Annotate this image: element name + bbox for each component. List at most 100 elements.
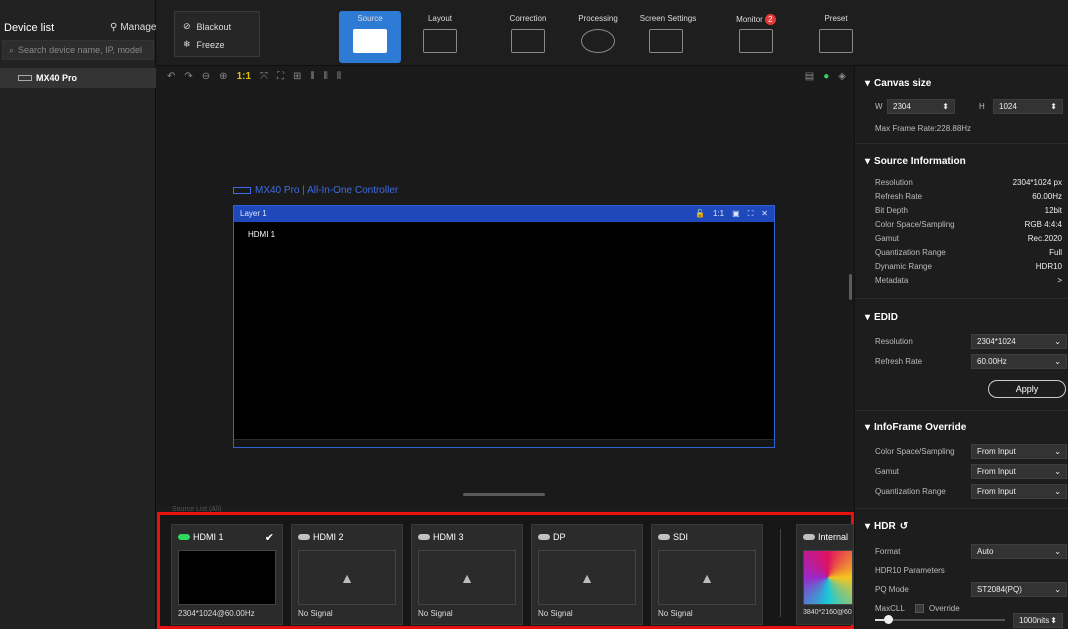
edid-section[interactable]: ▾ EDID bbox=[865, 312, 898, 323]
edid-resolution-select[interactable]: 2304*1024 ⌄ bbox=[971, 334, 1067, 349]
chevron-down-icon: ⌄ bbox=[1054, 337, 1061, 346]
infoframe-colorspace-select[interactable]: From Input ⌄ bbox=[971, 444, 1067, 459]
device-list-title: Device list bbox=[4, 22, 55, 34]
source-card-hdmi3[interactable]: HDMI 3 ▲ No Signal bbox=[411, 524, 523, 625]
tab-screen-settings-label: Screen Settings bbox=[639, 14, 697, 23]
layer-scale-button[interactable]: 1:1 bbox=[713, 209, 724, 219]
align-center-icon[interactable]: ⫴ bbox=[324, 71, 328, 82]
freeze-icon: ❄ bbox=[183, 39, 191, 49]
source-label: HDMI 3 bbox=[433, 532, 464, 542]
search-placeholder: Search device name, IP, model bbox=[18, 45, 142, 55]
hdr-title: HDR bbox=[874, 521, 896, 532]
tab-layout[interactable]: Layout bbox=[409, 11, 471, 63]
freeze-button[interactable]: ❄ Freeze bbox=[183, 39, 225, 50]
layout-icon bbox=[423, 29, 457, 53]
info-row: Refresh Rate 60.00Hz bbox=[875, 192, 1062, 201]
layer-window[interactable]: Layer 1 🔓 1:1 ▣ ⛶ ✕ HDMI 1 bbox=[233, 205, 775, 448]
monitor-view-icon[interactable]: ● bbox=[823, 71, 829, 82]
tab-preset[interactable]: Preset bbox=[805, 11, 867, 63]
source-status: No Signal bbox=[418, 609, 453, 618]
reset-icon[interactable]: ↺ bbox=[900, 521, 908, 532]
source-card-internal[interactable]: Internal 3840*2160@60 bbox=[796, 524, 854, 625]
device-list-panel: Device list ⚲ Manage ⌕ Search device nam… bbox=[0, 0, 156, 629]
maxcll-value: 1000nits bbox=[1019, 616, 1050, 625]
close-icon[interactable]: ✕ bbox=[761, 209, 768, 219]
hdr-section[interactable]: ▾ HDR ↺ bbox=[865, 521, 908, 532]
warning-icon: ▲ bbox=[658, 550, 756, 605]
fullscreen-icon[interactable]: ⛶ bbox=[277, 71, 284, 82]
preset-icon bbox=[819, 29, 853, 53]
metadata-row[interactable]: Metadata > bbox=[875, 276, 1062, 285]
blackout-button[interactable]: ⊘ Blackout bbox=[183, 21, 231, 32]
zoom-out-icon[interactable]: ⊖ bbox=[202, 71, 210, 82]
correction-icon bbox=[511, 29, 545, 53]
info-row: Color Space/Sampling RGB 4:4:4 bbox=[875, 220, 1062, 229]
select-value: From Input bbox=[977, 487, 1016, 496]
layer-list-icon[interactable]: ▤ bbox=[805, 71, 814, 82]
info-key: Refresh Rate bbox=[875, 192, 923, 201]
fit-layer-icon[interactable]: ▣ bbox=[732, 209, 740, 219]
grid-icon[interactable]: ⊞ bbox=[293, 71, 301, 82]
slider-thumb[interactable] bbox=[884, 615, 893, 624]
info-key: Resolution bbox=[875, 178, 913, 187]
caret-down-icon: ▾ bbox=[865, 312, 871, 323]
info-row: Bit Depth 12bit bbox=[875, 206, 1062, 215]
tab-monitor[interactable]: Monitor 2 bbox=[725, 11, 787, 63]
manage-button[interactable]: ⚲ Manage bbox=[110, 22, 156, 33]
top-toolbar: ⊘ Blackout ❄ Freeze Source Layout Correc… bbox=[157, 0, 1068, 66]
tab-preset-label: Preset bbox=[824, 14, 848, 23]
fit-icon[interactable]: ⤧ bbox=[260, 71, 268, 82]
source-name: DP bbox=[538, 532, 566, 542]
source-card-hdmi1[interactable]: HDMI 1 ✔ 2304*1024@60.00Hz bbox=[171, 524, 283, 625]
controller-title-text: MX40 Pro | All-In-One Controller bbox=[255, 185, 399, 196]
align-left-icon[interactable]: ⫴ bbox=[310, 71, 314, 82]
redo-icon[interactable]: ↷ bbox=[184, 71, 192, 82]
tab-source[interactable]: Source bbox=[339, 11, 401, 63]
edid-refresh-select[interactable]: 60.00Hz ⌄ bbox=[971, 354, 1067, 369]
device-search-input[interactable]: ⌕ Search device name, IP, model bbox=[2, 40, 154, 60]
maxcll-slider[interactable] bbox=[875, 615, 1005, 624]
info-row: Dynamic Range HDR10 bbox=[875, 262, 1062, 271]
caret-down-icon: ▾ bbox=[865, 521, 871, 532]
infoframe-label: Color Space/Sampling bbox=[875, 447, 955, 456]
canvas-size-section[interactable]: ▾ Canvas size bbox=[865, 78, 931, 89]
zoom-in-icon[interactable]: ⊕ bbox=[219, 71, 227, 82]
maxcll-input[interactable]: 1000nits ⬍ bbox=[1013, 613, 1063, 628]
pq-mode-select[interactable]: ST2084(PQ) ⌄ bbox=[971, 582, 1067, 597]
tab-processing[interactable]: Processing bbox=[567, 11, 629, 63]
source-label: SDI bbox=[673, 532, 689, 542]
hdr-format-select[interactable]: Auto ⌄ bbox=[971, 544, 1067, 559]
signal-indicator bbox=[418, 534, 430, 540]
override-checkbox[interactable] bbox=[915, 604, 924, 613]
edid-refresh-value: 60.00Hz bbox=[977, 357, 1007, 366]
source-list: HDMI 1 ✔ 2304*1024@60.00Hz HDMI 2 ▲ No S… bbox=[157, 512, 854, 629]
info-value: 60.00Hz bbox=[1032, 192, 1062, 201]
undo-icon[interactable]: ↶ bbox=[167, 71, 175, 82]
info-key: Metadata bbox=[875, 276, 909, 285]
infoframe-gamut-select[interactable]: From Input ⌄ bbox=[971, 464, 1067, 479]
max-frame-rate: Max Frame Rate:228.88Hz bbox=[875, 124, 972, 133]
stepper-icon: ⬍ bbox=[1050, 102, 1057, 111]
height-input[interactable]: 1024 ⬍ bbox=[993, 99, 1063, 114]
source-card-sdi[interactable]: SDI ▲ No Signal bbox=[651, 524, 763, 625]
source-card-hdmi2[interactable]: HDMI 2 ▲ No Signal bbox=[291, 524, 403, 625]
infoframe-quantization-select[interactable]: From Input ⌄ bbox=[971, 484, 1067, 499]
apply-button[interactable]: Apply bbox=[988, 380, 1066, 398]
signal-indicator bbox=[658, 534, 670, 540]
width-input[interactable]: 2304 ⬍ bbox=[887, 99, 955, 114]
layers-icon[interactable]: ◈ bbox=[838, 71, 846, 82]
tab-correction[interactable]: Correction bbox=[497, 11, 559, 63]
lock-icon[interactable]: 🔓 bbox=[695, 209, 705, 219]
source-name: HDMI 2 bbox=[298, 532, 344, 542]
infoframe-section[interactable]: ▾ InfoFrame Override bbox=[865, 422, 966, 433]
source-information-section[interactable]: ▾ Source Information bbox=[865, 156, 966, 167]
fullscreen-layer-icon[interactable]: ⛶ bbox=[748, 209, 754, 219]
align-right-icon[interactable]: ⫴ bbox=[337, 71, 341, 82]
info-key: Bit Depth bbox=[875, 206, 908, 215]
vertical-scrollbar[interactable] bbox=[849, 274, 852, 300]
device-item[interactable]: MX40 Pro bbox=[0, 68, 156, 88]
horizontal-scrollbar[interactable] bbox=[463, 493, 545, 496]
source-card-dp[interactable]: DP ▲ No Signal bbox=[531, 524, 643, 625]
tab-screen-settings[interactable]: Screen Settings bbox=[635, 11, 701, 63]
scale-1to1-button[interactable]: 1:1 bbox=[237, 71, 251, 82]
